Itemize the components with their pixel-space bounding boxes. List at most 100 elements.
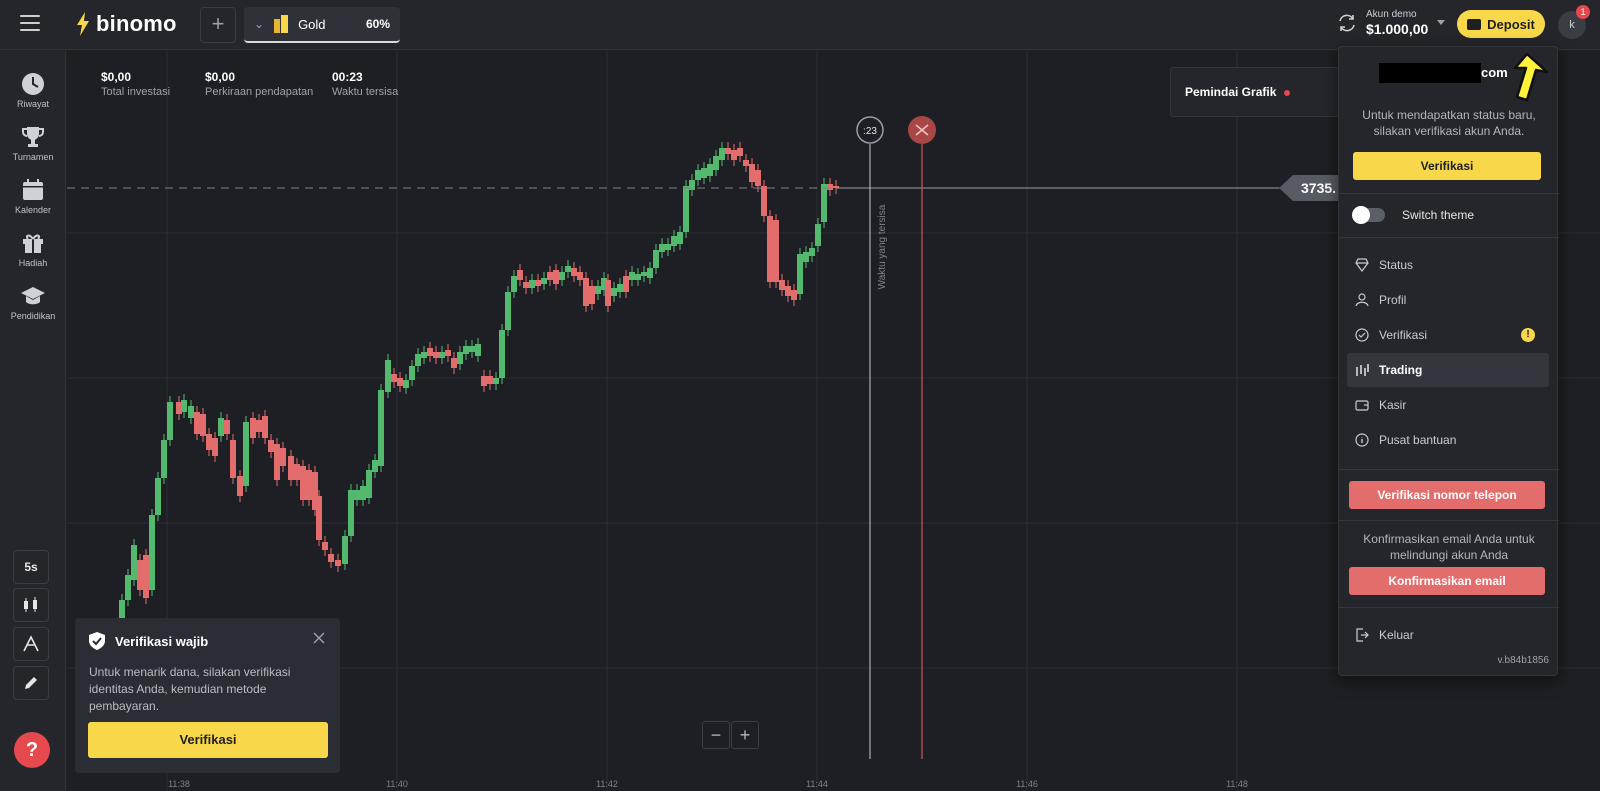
check-circle-icon (1355, 328, 1369, 342)
stat-total-investment: $0,00 Total investasi (101, 70, 170, 98)
asset-name: Gold (298, 16, 326, 32)
candle-body (224, 420, 230, 434)
account-caret-icon[interactable] (1437, 20, 1445, 25)
candle-body (779, 280, 785, 290)
candle-body (713, 156, 719, 170)
candle-body (695, 170, 701, 180)
account-switcher[interactable]: Akun demo $1.000,00 (1366, 9, 1428, 37)
candle-body (421, 352, 427, 358)
deposit-label: Deposit (1487, 16, 1535, 32)
menu-item-verifikasi[interactable]: Verifikasi ! (1347, 318, 1549, 352)
candle-body (785, 286, 791, 296)
drawing-tools-button[interactable] (13, 666, 49, 700)
candle-body (181, 400, 187, 412)
sidebar-item-pendidikan[interactable]: Pendidikan (0, 283, 66, 321)
candle-body (294, 464, 300, 480)
sidebar-item-label: Pendidikan (10, 311, 56, 321)
candle-body (725, 148, 731, 154)
candle-body (583, 278, 589, 306)
candle-body (553, 270, 559, 284)
x-tick-label: 11:42 (596, 779, 618, 789)
confirm-email-button[interactable]: Konfirmasikan email (1349, 567, 1545, 595)
sidebar-item-kalender[interactable]: Kalender (0, 177, 66, 215)
candle-body (328, 554, 334, 562)
menu-item-kasir[interactable]: Kasir (1347, 388, 1549, 422)
asset-tab-gold[interactable]: ⌄ Gold 60% (244, 7, 400, 43)
candle-body (366, 470, 372, 498)
menu-item-status[interactable]: Status (1347, 248, 1549, 282)
candle-body (827, 184, 833, 190)
candle-body (161, 440, 167, 478)
zoom-in-button[interactable]: + (731, 721, 759, 749)
candle-body (731, 150, 737, 160)
verify-account-button[interactable]: Verifikasi (1353, 152, 1541, 180)
candle-body (300, 466, 306, 500)
theme-toggle[interactable] (1352, 206, 1385, 224)
close-icon[interactable] (312, 631, 326, 645)
warning-icon: ! (1521, 328, 1535, 342)
top-bar: binomo + ⌄ Gold 60% Akun demo $1.000,00 … (0, 0, 1600, 50)
sidebar-item-hadiah[interactable]: Hadiah (0, 230, 66, 268)
deposit-button[interactable]: Deposit (1457, 10, 1545, 38)
candle-body (188, 406, 194, 418)
wallet-icon (1467, 18, 1482, 30)
candle-body (268, 440, 274, 452)
timeframe-button[interactable]: 5s (13, 550, 49, 584)
menu-item-profil[interactable]: Profil (1347, 283, 1549, 317)
candle-body (611, 288, 617, 296)
chart-type-button[interactable] (13, 588, 49, 622)
candle-body (194, 412, 200, 434)
candle-body (791, 290, 797, 300)
candle-body (335, 560, 341, 566)
hamburger-menu-icon[interactable] (20, 15, 40, 31)
candle-body (250, 418, 256, 438)
candle-body (433, 352, 439, 358)
zoom-out-button[interactable]: − (702, 721, 730, 749)
candle-body (659, 244, 665, 252)
timer-badge-text: :23 (863, 126, 877, 137)
verify-phone-button[interactable]: Verifikasi nomor telepon (1349, 481, 1545, 509)
candle-body (809, 248, 815, 256)
refresh-icon[interactable] (1336, 12, 1358, 34)
menu-item-pusat-bantuan[interactable]: Pusat bantuan (1347, 423, 1549, 457)
divider (1339, 520, 1559, 521)
stat-value: $0,00 (205, 70, 236, 84)
logout-icon (1356, 628, 1369, 642)
candle-body (665, 244, 671, 250)
toast-title-text: Verifikasi wajib (115, 633, 209, 649)
notification-badge: 1 (1576, 5, 1590, 19)
add-asset-button[interactable]: + (200, 7, 236, 43)
candle-body (469, 346, 475, 352)
candle-body (647, 268, 653, 278)
candle-body (797, 254, 803, 294)
candle-body (288, 456, 294, 480)
candle-body (767, 216, 773, 282)
shield-check-icon (89, 632, 105, 650)
left-sidebar: Riwayat Turnamen Kalender Hadiah Pendidi… (0, 51, 66, 791)
chart-scanner-button[interactable]: Pemindai Grafik (1170, 67, 1340, 117)
stat-label: Waktu tersisa (332, 86, 399, 98)
candle-body (409, 366, 415, 380)
menu-item-keluar[interactable]: Keluar (1347, 618, 1549, 652)
binomo-logo[interactable]: binomo (76, 10, 177, 38)
sidebar-item-riwayat[interactable]: Riwayat (0, 71, 66, 109)
gold-bars-icon (274, 15, 289, 33)
help-button[interactable]: ? (14, 732, 50, 768)
toast-verify-button[interactable]: Verifikasi (88, 722, 328, 758)
candle-body (653, 250, 659, 268)
candle-body (577, 272, 583, 280)
stat-label: Total investasi (101, 86, 171, 98)
candle-body (457, 352, 463, 364)
candle-body (391, 374, 397, 382)
chevron-down-icon[interactable]: ⌄ (254, 17, 264, 31)
candle-body (635, 274, 641, 280)
trophy-icon (22, 127, 44, 147)
indicators-button[interactable] (13, 627, 49, 661)
diamond-icon (1355, 258, 1369, 272)
candle-body (372, 460, 378, 472)
x-tick-label: 11:44 (806, 779, 828, 789)
menu-item-trading[interactable]: Trading (1347, 353, 1549, 387)
candle-body (125, 575, 131, 600)
candle-body (559, 272, 565, 280)
sidebar-item-turnamen[interactable]: Turnamen (0, 124, 66, 162)
